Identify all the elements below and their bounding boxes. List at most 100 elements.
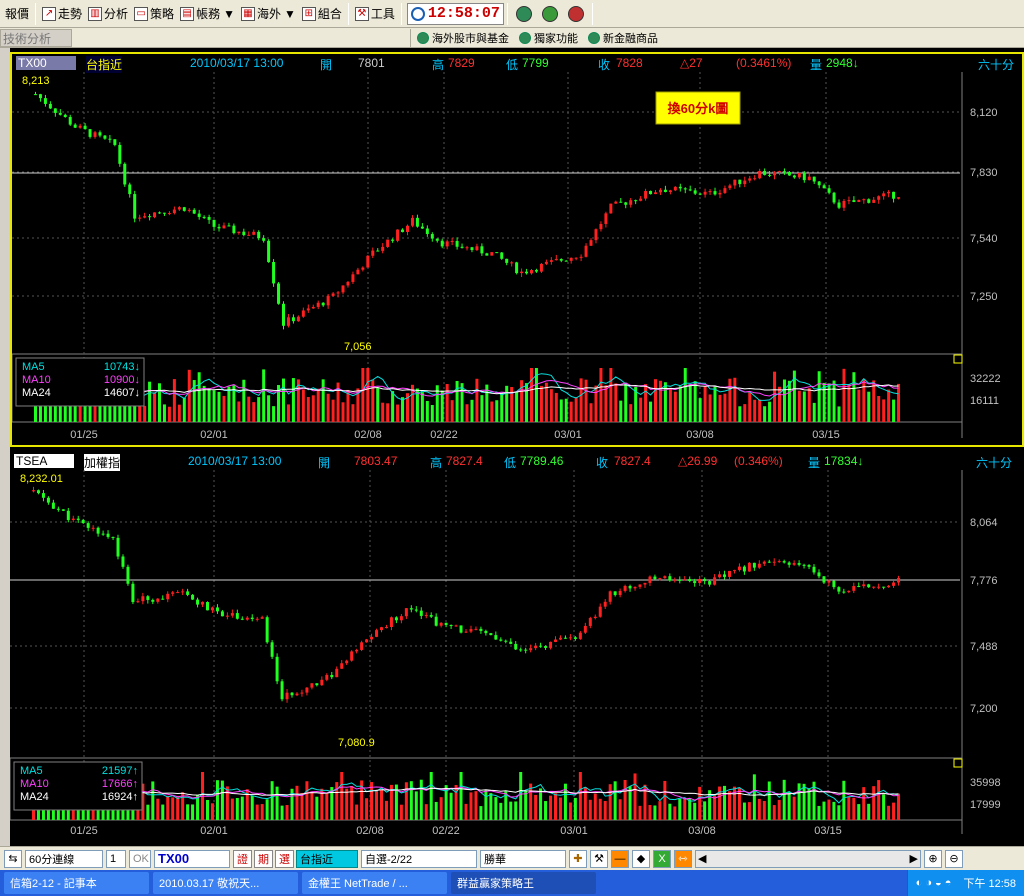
candle-down: [792, 175, 796, 178]
folder-icon: ▭: [134, 6, 149, 21]
price-tick-label: 7,250: [970, 291, 998, 303]
candle-up: [301, 310, 305, 317]
volume-bar: [782, 379, 786, 422]
overseas-funds-link[interactable]: 海外股市與基金: [417, 30, 509, 46]
red-status-button[interactable]: [567, 5, 584, 22]
candle-down: [81, 519, 85, 524]
candle-down: [207, 216, 211, 220]
crosshair-button[interactable]: ✚: [569, 849, 587, 868]
candle-up: [614, 201, 618, 204]
volume-bar: [892, 399, 896, 422]
volume-bar: [291, 378, 295, 422]
tools-label: 工具: [370, 7, 395, 21]
candle-down: [817, 181, 821, 186]
task-strategy-king[interactable]: 群益贏家策略王: [451, 872, 596, 894]
candle-down: [668, 576, 672, 581]
volume-bar: [524, 790, 528, 820]
ok-button[interactable]: OK: [129, 849, 151, 868]
task-document[interactable]: 2010.03.17 敬祝天...: [153, 872, 298, 894]
candle-down: [56, 508, 60, 510]
volume-bar: [399, 804, 403, 820]
candle-down: [470, 247, 474, 251]
volume-bar: [852, 797, 856, 820]
candle-down: [564, 260, 568, 262]
tools-button[interactable]: ⚒ 工具: [352, 2, 398, 26]
date-tick-label: 01/25: [70, 825, 98, 837]
volume-bar: [877, 780, 881, 820]
quote-menu[interactable]: 報價: [2, 2, 32, 26]
volume-bar: [197, 372, 201, 422]
horizontal-scrollbar[interactable]: ◀ ▶: [695, 849, 921, 868]
volume-bar: [847, 796, 851, 820]
candle-up: [827, 580, 831, 583]
candle-down: [34, 94, 37, 96]
analysis-button[interactable]: ▥ 分析: [85, 2, 131, 26]
date-tick-label: 02/22: [430, 429, 458, 441]
volume-bar: [401, 397, 405, 422]
candle-down: [186, 591, 190, 595]
volume-bar: [489, 793, 493, 820]
volume-bar: [381, 402, 385, 422]
trend-button[interactable]: ↗ 走勢: [39, 2, 85, 26]
minus-button[interactable]: —: [611, 849, 629, 868]
left-side-strip: [0, 48, 10, 846]
technical-analysis-tab[interactable]: 技術分析: [0, 28, 72, 47]
volume-bar: [668, 803, 672, 820]
volume-bar: [573, 797, 577, 820]
task-notepad[interactable]: 信箱2-12 - 記事本: [4, 872, 149, 894]
count-input[interactable]: 1: [106, 849, 126, 868]
candle-up: [569, 257, 573, 261]
interval-label[interactable]: 六十分: [978, 56, 1014, 73]
index-chart-panel[interactable]: TSEA 加權指 2010/03/17 13:00 開 7803.47 高 78…: [10, 452, 1024, 846]
scroll-right-icon: ▶: [909, 853, 918, 865]
task-nettrade[interactable]: 金權王 NetTrade / ...: [302, 872, 447, 894]
candle-up: [222, 225, 226, 229]
candle-down: [290, 692, 294, 696]
candle-up: [331, 293, 335, 296]
overseas-button[interactable]: ▦ 海外 ▼: [238, 2, 299, 26]
candle-down: [723, 574, 727, 577]
symbol-box[interactable]: TSEA: [14, 454, 74, 468]
green-status-button[interactable]: [515, 5, 532, 22]
volume-bar: [235, 798, 239, 820]
options-button[interactable]: 選: [275, 849, 294, 868]
new-products-link[interactable]: 新金融商品: [588, 30, 658, 46]
volume-bar: [439, 797, 443, 820]
zoom-in-button[interactable]: ⊕: [924, 849, 942, 868]
volume-bar: [797, 783, 801, 820]
green-status-button-2[interactable]: [541, 5, 558, 22]
group-select[interactable]: 自選-2/22: [361, 849, 477, 868]
candle-up: [171, 592, 175, 594]
symbol-input[interactable]: TX00: [154, 849, 230, 868]
volume-bar: [558, 797, 562, 820]
symbol-box[interactable]: TX00: [16, 56, 76, 70]
candle-up: [210, 607, 214, 611]
futures-button[interactable]: 期: [254, 849, 273, 868]
zoom-fit-button[interactable]: ⇿: [674, 849, 692, 868]
collapse-button[interactable]: ⇆: [4, 849, 22, 868]
candle-down: [63, 114, 67, 118]
period-select[interactable]: 60分連線: [25, 849, 103, 868]
interval-label[interactable]: 六十分: [976, 454, 1012, 471]
stock-button[interactable]: 證: [233, 849, 252, 868]
eraser-button[interactable]: ◆: [632, 849, 650, 868]
broker-select[interactable]: 勝華: [480, 849, 566, 868]
candle-up: [510, 262, 514, 264]
exclusive-features-link[interactable]: 獨家功能: [519, 30, 578, 46]
volume-bar: [802, 391, 806, 422]
combo-button[interactable]: ⊞ 組合: [299, 2, 345, 26]
candle-up: [335, 668, 339, 678]
volume-bar: [842, 368, 846, 422]
strategy-button[interactable]: ▭ 策略: [131, 2, 177, 26]
candle-up: [365, 639, 369, 643]
candle-down: [191, 594, 195, 600]
wrench-button[interactable]: ⚒: [590, 849, 608, 868]
excel-button[interactable]: X: [653, 849, 671, 868]
divider: [400, 2, 402, 25]
close-value: 7828: [616, 56, 643, 70]
account-button[interactable]: ▤ 帳務 ▼: [177, 2, 238, 26]
futures-chart-panel[interactable]: TX00 台指近 2010/03/17 13:00 開 7801 高 7829 …: [10, 52, 1024, 447]
volume-bar: [445, 384, 449, 422]
zoom-out-button[interactable]: ⊖: [945, 849, 963, 868]
candle-down: [524, 649, 528, 651]
